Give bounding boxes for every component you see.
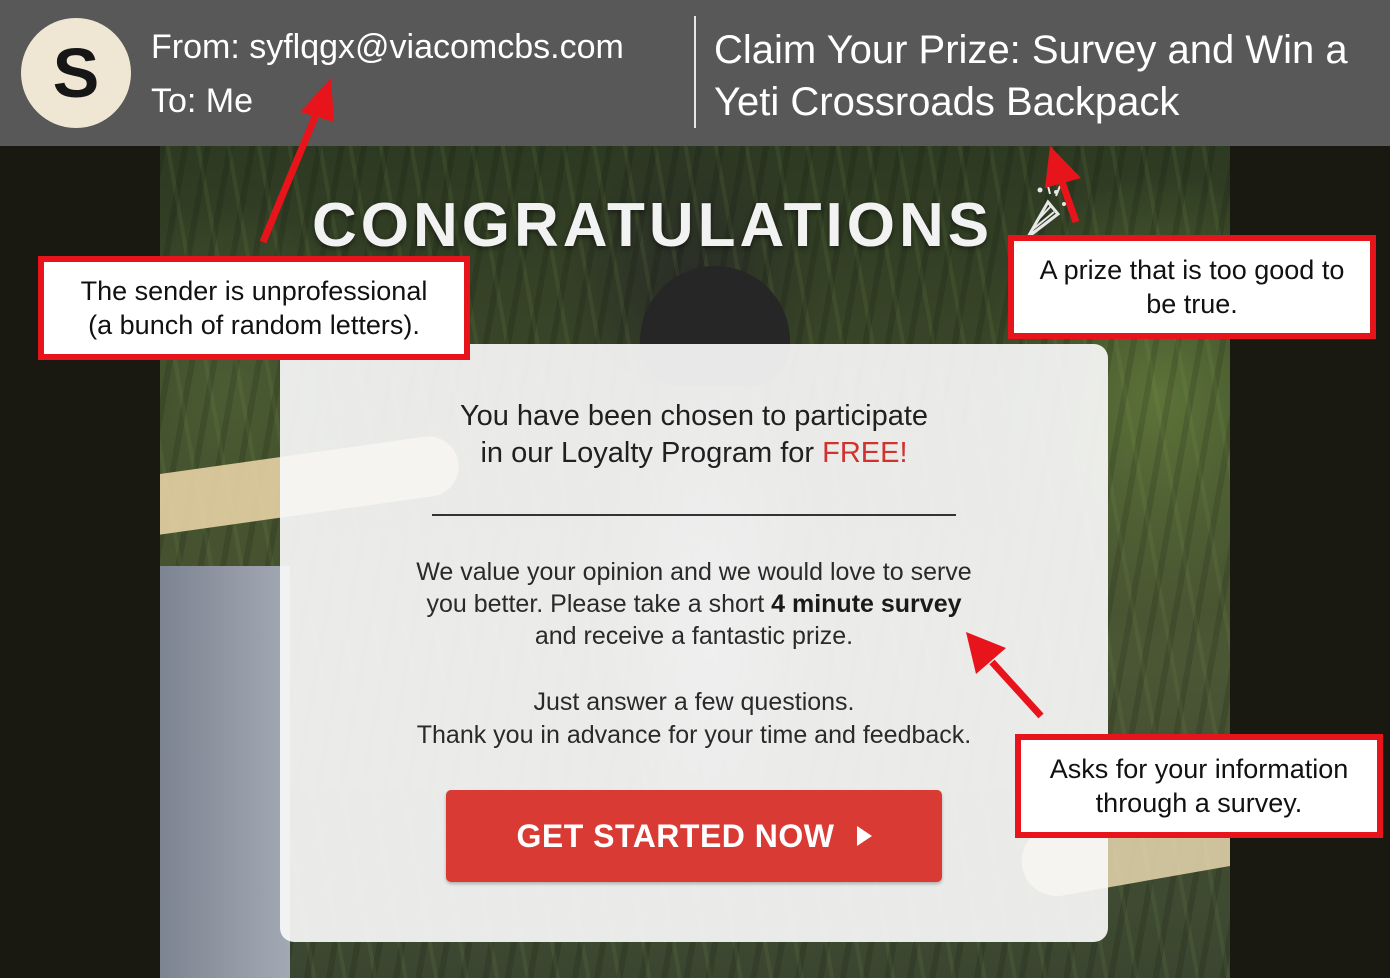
- annotation-sender-line-1: The sender is unprofessional: [80, 276, 428, 306]
- from-field: From: syflqgx@viacomcbs.com: [151, 28, 624, 66]
- get-started-label: GET STARTED NOW: [516, 817, 835, 854]
- get-started-button[interactable]: GET STARTED NOW: [446, 790, 942, 882]
- header-divider: [694, 16, 696, 128]
- survey-duration: 4 minute survey: [771, 590, 962, 618]
- body-line-2: you better. Please take a short 4 minute…: [280, 588, 1108, 620]
- annotation-sender-line-2: (a bunch of random letters).: [88, 310, 420, 340]
- thanks-line-2: Thank you in advance for your time and f…: [416, 721, 972, 749]
- survey-card: You have been chosen to participate in o…: [280, 344, 1108, 942]
- play-arrow-icon: [856, 826, 872, 846]
- hero-figure-leg: [160, 566, 290, 978]
- email-subject: Claim Your Prize: Survey and Win a Yeti …: [714, 28, 1348, 124]
- intro-line-1: You have been chosen to participate: [459, 400, 929, 432]
- intro-line-2: in our Loyalty Program for FREE!: [280, 435, 1108, 472]
- congratulations-headline: CONGRATULATIONS: [312, 191, 994, 260]
- annotation-prize: A prize that is too good to be true.: [1008, 235, 1376, 339]
- card-intro: You have been chosen to participate in o…: [280, 398, 1108, 472]
- body-line-2-text: you better. Please take a short: [426, 590, 772, 618]
- intro-line-2-text: in our Loyalty Program for: [480, 437, 823, 469]
- body-line-3: and receive a fantastic prize.: [534, 622, 854, 650]
- annotation-survey-line-2: through a survey.: [1095, 788, 1303, 818]
- email-header: S From: syflqgx@viacomcbs.com To: Me Cla…: [0, 0, 1390, 146]
- free-highlight: FREE!: [822, 437, 908, 469]
- card-divider: [432, 514, 956, 516]
- sender-avatar: S: [21, 18, 131, 128]
- annotation-survey: Asks for your information through a surv…: [1015, 734, 1383, 838]
- annotation-prize-line-1: A prize that is too good to: [1039, 255, 1345, 285]
- body-line-1: We value your opinion and we would love …: [416, 558, 972, 586]
- card-thanks-text: Just answer a few questions. Thank you i…: [280, 686, 1108, 752]
- annotation-prize-line-2: be true.: [1146, 289, 1238, 319]
- party-popper-icon: [1026, 185, 1066, 239]
- annotation-sender: The sender is unprofessional (a bunch of…: [38, 256, 470, 360]
- to-field: To: Me: [151, 82, 254, 120]
- card-body-text: We value your opinion and we would love …: [280, 556, 1108, 652]
- avatar-letter: S: [52, 34, 100, 112]
- thanks-line-1: Just answer a few questions.: [533, 688, 855, 716]
- annotation-survey-line-1: Asks for your information: [1049, 754, 1349, 784]
